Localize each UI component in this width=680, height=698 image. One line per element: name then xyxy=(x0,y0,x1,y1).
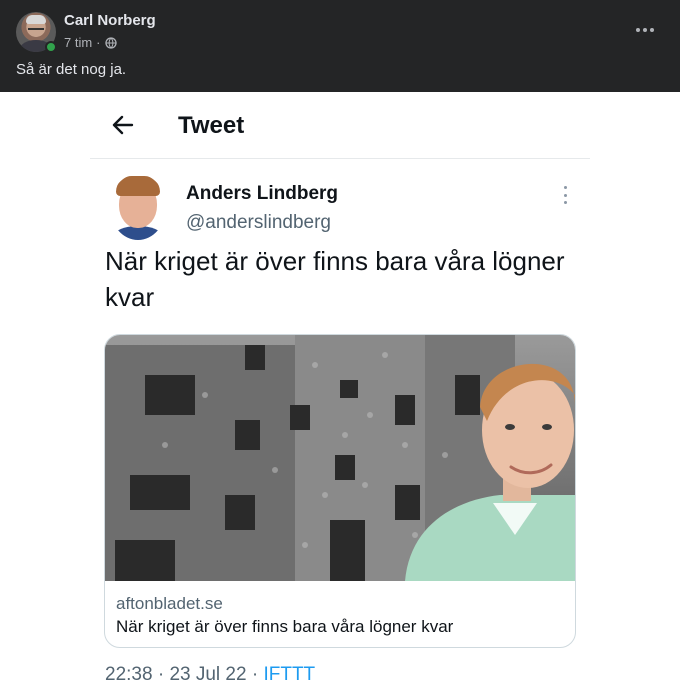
arrow-left-icon[interactable] xyxy=(110,112,136,138)
meta-separator: · xyxy=(96,35,101,50)
post-text: Så är det nog ja. xyxy=(16,61,127,78)
tweet-text: När kriget är över finns bara våra lögne… xyxy=(105,246,565,312)
header-divider xyxy=(90,158,590,159)
tweet-time[interactable]: 22:38 xyxy=(105,664,153,685)
globe-icon[interactable] xyxy=(104,36,117,49)
post-author-name[interactable]: Carl Norberg xyxy=(64,12,156,29)
tweet-author-name[interactable]: Anders Lindberg xyxy=(186,183,338,205)
link-preview-image xyxy=(105,335,575,581)
tweet-source-link[interactable]: IFTTT xyxy=(263,664,315,685)
footer-separator: · xyxy=(251,664,259,685)
footer-separator: · xyxy=(157,664,165,685)
tweet-footer: 22:38 · 23 Jul 22 · IFTTT xyxy=(105,664,315,686)
post-meta: 7 tim · xyxy=(64,35,117,50)
tweet-author-handle[interactable]: @anderslindberg xyxy=(186,212,331,234)
tweet-date[interactable]: 23 Jul 22 xyxy=(169,664,246,685)
link-preview-title: När kriget är över finns bara våra lögne… xyxy=(116,617,454,636)
online-status-indicator xyxy=(45,41,57,53)
more-options-icon[interactable] xyxy=(636,22,654,38)
link-preview-card[interactable]: aftonbladet.se När kriget är över finns … xyxy=(104,334,576,648)
tweet-author-avatar[interactable] xyxy=(110,174,166,240)
facebook-post-header: Carl Norberg 7 tim · Så är det nog ja. xyxy=(0,0,680,92)
post-timestamp[interactable]: 7 tim xyxy=(64,35,92,50)
page-title: Tweet xyxy=(178,112,245,139)
link-preview-domain: aftonbladet.se xyxy=(116,594,223,613)
more-vertical-icon[interactable] xyxy=(562,186,568,204)
